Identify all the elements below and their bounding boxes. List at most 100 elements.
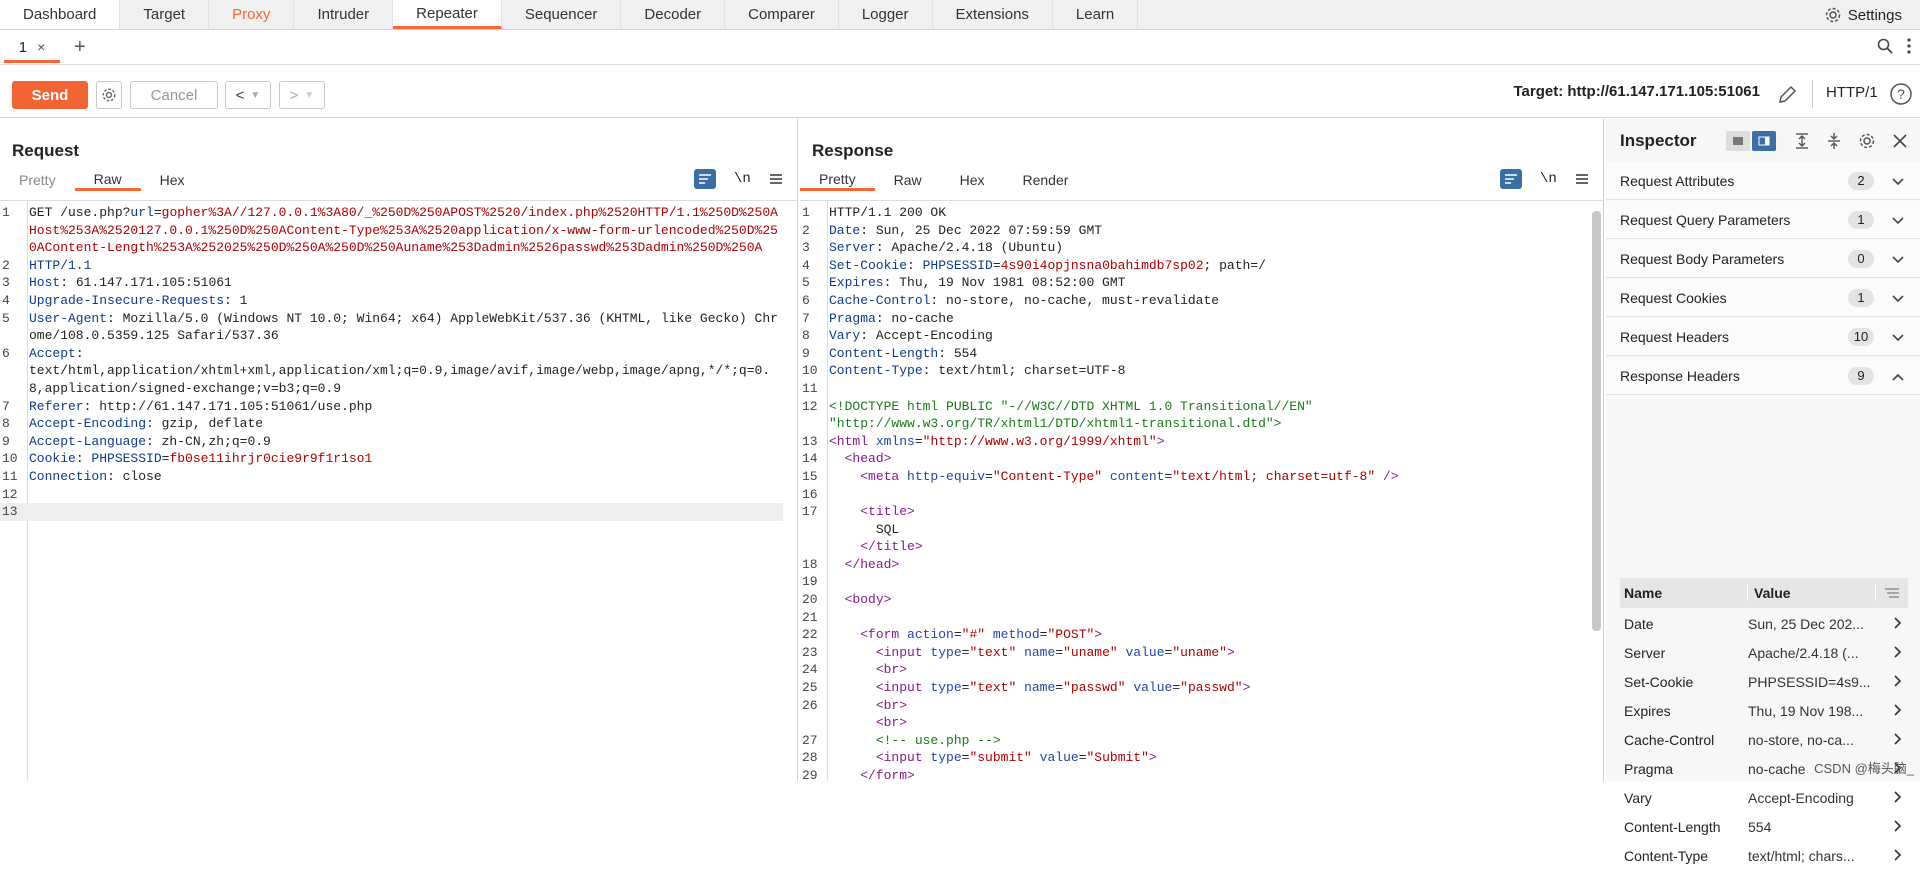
top-tab-intruder[interactable]: Intruder	[294, 0, 393, 29]
gear-icon[interactable]	[1858, 132, 1876, 150]
response-scrollbar[interactable]	[1592, 211, 1601, 631]
response-pane: Response PrettyRawHexRender \n 1HTTP/1.1…	[800, 119, 1604, 781]
wrap-icon	[1504, 173, 1518, 185]
response-header-row[interactable]: Set-CookiePHPSESSID=4s9...	[1620, 667, 1908, 696]
search-icon[interactable]	[1876, 37, 1894, 55]
code-token: <html	[829, 434, 876, 449]
chevron-down-icon[interactable]	[1890, 173, 1906, 189]
chevron-right-icon[interactable]	[1888, 674, 1908, 690]
send-options-button[interactable]	[96, 81, 122, 109]
chevron-up-icon[interactable]	[1890, 368, 1906, 384]
inspector-section-request-cookies[interactable]: Request Cookies1	[1606, 279, 1920, 317]
help-icon[interactable]: ?	[1889, 82, 1913, 106]
menu-icon[interactable]	[769, 173, 783, 185]
response-header-row[interactable]: DateSun, 25 Dec 202...	[1620, 609, 1908, 638]
top-tab-proxy[interactable]: Proxy	[209, 0, 294, 29]
more-options-icon[interactable]	[1906, 37, 1912, 55]
newline-toggle[interactable]: \n	[1540, 171, 1557, 187]
code-token: : Apache/2.4.18 (Ubuntu)	[876, 240, 1063, 255]
request-editor[interactable]: 1GET /use.php?url=gopher%3A//127.0.0.1%3…	[0, 200, 797, 781]
collapse-all-icon[interactable]	[1826, 132, 1842, 150]
header-value: 554	[1748, 819, 1888, 835]
inspector-layout-a-button[interactable]	[1726, 131, 1750, 151]
inspector-layout-b-button[interactable]	[1752, 131, 1776, 151]
response-line: 20 <body>	[800, 591, 1589, 609]
code-token: >	[1094, 627, 1102, 642]
inspector-section-request-attributes[interactable]: Request Attributes2	[1606, 162, 1920, 200]
chevron-right-icon[interactable]	[1888, 703, 1908, 719]
chevron-right-icon[interactable]	[1888, 848, 1908, 864]
chevron-right-icon[interactable]	[1888, 616, 1908, 632]
column-name-header: Name	[1620, 585, 1748, 601]
chevron-down-icon[interactable]	[1890, 329, 1906, 345]
code-token: 4s90i4opjnsna0bahimdb7sp02	[1001, 258, 1204, 273]
response-header-row[interactable]: ServerApache/2.4.18 (...	[1620, 638, 1908, 667]
response-header-row[interactable]: Content-Length554	[1620, 812, 1908, 841]
line-text: Content-Type: text/html; charset=UTF-8	[822, 362, 1589, 380]
code-token: </form>	[829, 768, 915, 781]
chevron-down-icon[interactable]	[1890, 251, 1906, 267]
section-count-badge: 2	[1848, 172, 1874, 190]
response-tab-render[interactable]: Render	[1004, 169, 1088, 191]
top-tab-repeater[interactable]: Repeater	[393, 0, 502, 29]
code-token: "POST"	[1047, 627, 1094, 642]
response-header-row[interactable]: VaryAccept-Encoding	[1620, 783, 1908, 812]
repeater-tab-1[interactable]: 1 ×	[4, 34, 60, 63]
panel-icon	[1732, 136, 1744, 146]
column-options-icon[interactable]	[1884, 587, 1900, 599]
chevron-right-icon[interactable]	[1888, 819, 1908, 835]
chevron-down-icon[interactable]	[1890, 212, 1906, 228]
repeater-toolbar: Send Cancel <▼ >▼ Target: http://61.147.…	[0, 66, 1920, 118]
back-button[interactable]: <▼	[225, 81, 271, 109]
response-tab-hex[interactable]: Hex	[941, 169, 1004, 191]
request-pane: Request PrettyRawHex \n 1GET /use.php?ur…	[0, 119, 798, 781]
response-header-row[interactable]: Content-Typetext/html; chars...	[1620, 841, 1908, 870]
chevron-right-icon[interactable]	[1888, 790, 1908, 806]
inspector-section-request-body-parameters[interactable]: Request Body Parameters0	[1606, 240, 1920, 278]
top-tab-dashboard[interactable]: Dashboard	[0, 0, 120, 29]
header-name: Content-Length	[1620, 819, 1748, 835]
top-tab-sequencer[interactable]: Sequencer	[502, 0, 622, 29]
top-tab-learn[interactable]: Learn	[1053, 0, 1138, 29]
top-tab-decoder[interactable]: Decoder	[621, 0, 725, 29]
inspector-section-request-headers[interactable]: Request Headers10	[1606, 318, 1920, 356]
response-tab-pretty[interactable]: Pretty	[800, 169, 875, 191]
top-tab-comparer[interactable]: Comparer	[725, 0, 839, 29]
inspector-section-request-query-parameters[interactable]: Request Query Parameters1	[1606, 201, 1920, 239]
response-line: 11	[800, 380, 1589, 398]
top-tab-extensions[interactable]: Extensions	[933, 0, 1053, 29]
line-number: 10	[0, 450, 22, 468]
code-token: Content-Length	[829, 346, 938, 361]
close-icon[interactable]	[1892, 133, 1908, 149]
edit-pencil-icon[interactable]	[1776, 84, 1798, 106]
chevron-down-icon[interactable]	[1890, 290, 1906, 306]
add-tab-button[interactable]: +	[74, 36, 86, 59]
top-tab-target[interactable]: Target	[120, 0, 209, 29]
chevron-right-icon[interactable]	[1888, 732, 1908, 748]
chevron-right-icon[interactable]	[1888, 645, 1908, 661]
expand-all-icon[interactable]	[1794, 132, 1810, 150]
pretty-print-toggle[interactable]	[1500, 169, 1522, 189]
line-text	[822, 609, 1589, 627]
top-tab-logger[interactable]: Logger	[839, 0, 933, 29]
send-button[interactable]: Send	[12, 81, 88, 109]
response-header-row[interactable]: ExpiresThu, 19 Nov 198...	[1620, 696, 1908, 725]
request-tab-hex[interactable]: Hex	[141, 169, 204, 191]
line-number: 9	[0, 433, 22, 451]
line-number: 13	[0, 503, 22, 521]
pretty-print-toggle[interactable]	[694, 169, 716, 189]
code-token: <body>	[829, 592, 891, 607]
close-tab-icon[interactable]: ×	[37, 39, 45, 55]
settings-button[interactable]: Settings	[1824, 0, 1902, 30]
request-tab-pretty[interactable]: Pretty	[0, 169, 75, 191]
menu-icon[interactable]	[1575, 173, 1589, 185]
response-editor[interactable]: 1HTTP/1.1 200 OK2Date: Sun, 25 Dec 2022 …	[800, 200, 1603, 781]
request-tab-raw[interactable]: Raw	[75, 169, 141, 191]
newline-toggle[interactable]: \n	[734, 171, 751, 187]
response-tab-raw[interactable]: Raw	[875, 169, 941, 191]
http-version-selector[interactable]: HTTP/1	[1826, 84, 1878, 101]
forward-button[interactable]: >▼	[279, 81, 325, 109]
response-header-row[interactable]: Cache-Controlno-store, no-ca...	[1620, 725, 1908, 754]
inspector-section-response-headers[interactable]: Response Headers9	[1606, 357, 1920, 395]
cancel-button[interactable]: Cancel	[130, 81, 218, 109]
